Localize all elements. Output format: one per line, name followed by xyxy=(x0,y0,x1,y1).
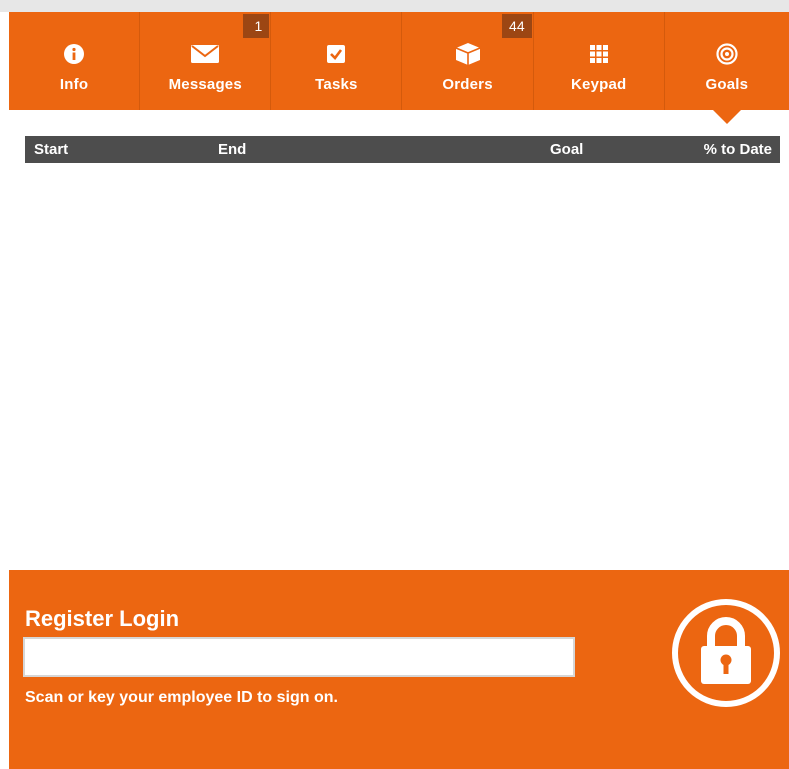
keypad-icon xyxy=(589,42,608,66)
orders-badge: 44 xyxy=(502,14,532,38)
box-icon xyxy=(455,42,481,66)
tab-tasks[interactable]: Tasks xyxy=(271,12,403,110)
tab-goals[interactable]: Goals xyxy=(665,12,789,110)
column-goal: Goal xyxy=(550,141,584,158)
tab-orders[interactable]: 44 Orders xyxy=(402,12,534,110)
lock-icon xyxy=(672,599,780,707)
employee-id-input[interactable] xyxy=(23,637,575,677)
target-icon xyxy=(716,42,738,66)
tab-orders-label: Orders xyxy=(442,76,493,93)
top-strip xyxy=(0,0,789,12)
tab-goals-label: Goals xyxy=(705,76,749,93)
tab-messages-label: Messages xyxy=(168,76,242,93)
register-login-panel: Register Login Scan or key your employee… xyxy=(9,570,789,769)
tab-info-label: Info xyxy=(59,76,89,93)
tab-info[interactable]: Info xyxy=(9,12,141,110)
tab-messages[interactable]: 1 Messages xyxy=(140,12,272,110)
column-percent-to-date: % to Date xyxy=(703,141,772,158)
messages-badge: 1 xyxy=(243,14,270,38)
tab-keypad[interactable]: Keypad xyxy=(534,12,665,110)
envelope-icon xyxy=(190,42,220,66)
login-hint: Scan or key your employee ID to sign on. xyxy=(25,689,338,706)
tab-bar: Info 1 Messages Tasks 44 Orders Keypad G… xyxy=(9,12,789,110)
info-icon xyxy=(63,42,85,66)
checkbox-icon xyxy=(326,42,346,66)
tab-keypad-label: Keypad xyxy=(571,76,627,93)
tab-tasks-label: Tasks xyxy=(315,76,358,93)
column-end: End xyxy=(218,141,247,158)
goals-table-header: Start End Goal % to Date xyxy=(25,136,780,163)
column-start: Start xyxy=(34,141,69,158)
register-login-title: Register Login xyxy=(25,606,180,631)
